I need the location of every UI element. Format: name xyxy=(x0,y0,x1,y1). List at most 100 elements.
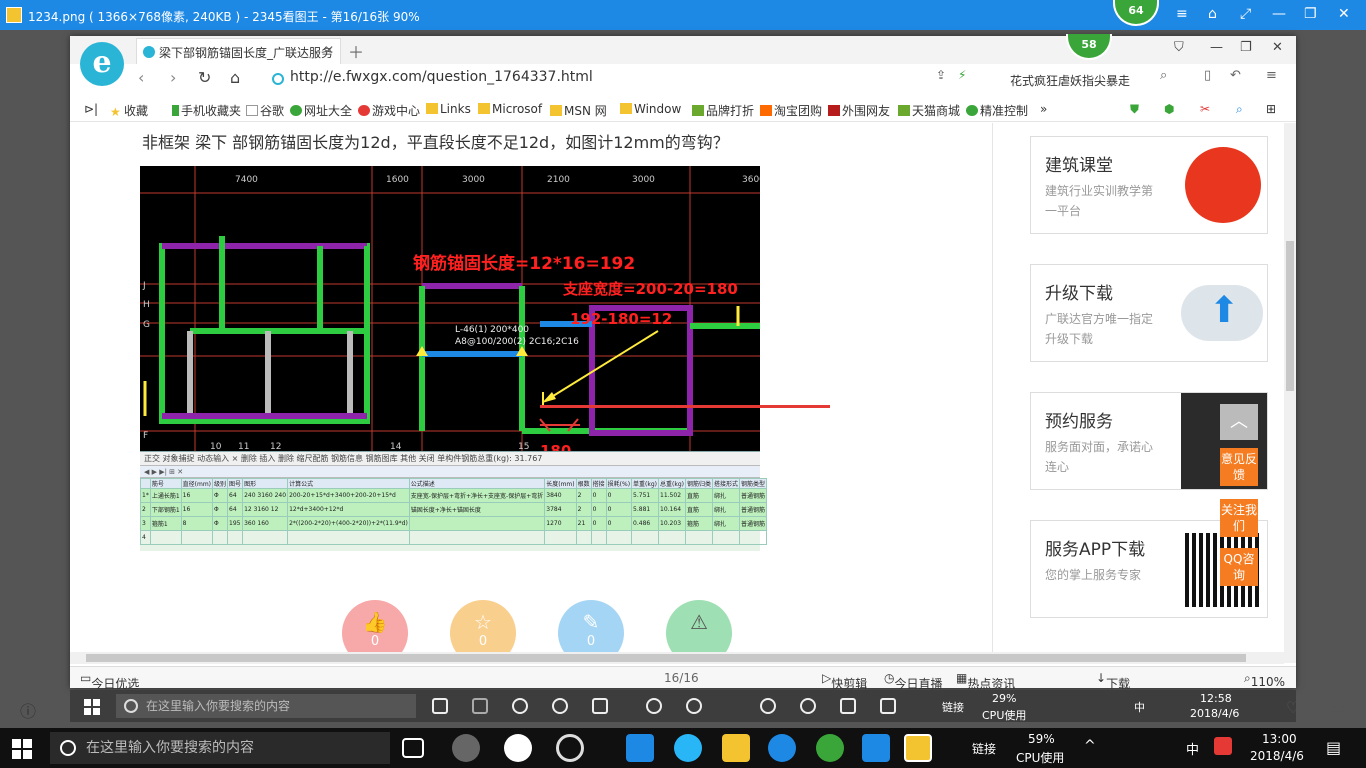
vertical-scrollbar[interactable] xyxy=(1284,123,1296,663)
bookmark-item[interactable]: 品牌打折 xyxy=(692,102,754,119)
lightning-icon[interactable]: ⚡ xyxy=(958,68,966,82)
today-picks-link[interactable]: ▭ 今日优选 xyxy=(80,671,139,691)
fullscreen-icon[interactable]: ⤢ xyxy=(1240,6,1251,22)
prev-image-icon[interactable] xyxy=(472,698,488,714)
heart-icon[interactable]: ♡ xyxy=(1286,698,1300,717)
ie-icon[interactable] xyxy=(674,734,702,762)
task-view-icon[interactable] xyxy=(402,738,424,758)
scrollbar-thumb[interactable] xyxy=(86,654,1246,662)
sidebar-toggle-icon[interactable]: ⊳| xyxy=(84,102,98,116)
shield-icon[interactable]: ⛊ xyxy=(1130,102,1139,117)
actual-size-icon[interactable] xyxy=(592,698,608,714)
fan-app-icon[interactable] xyxy=(452,734,480,762)
windows-start-icon[interactable] xyxy=(84,699,100,715)
bookmark-item[interactable]: 淘宝团购 xyxy=(760,102,822,119)
delete-icon[interactable] xyxy=(840,698,856,714)
more-bookmarks-icon[interactable]: » xyxy=(1040,102,1047,116)
horizontal-scrollbar[interactable] xyxy=(70,652,1284,664)
table-row[interactable]: 1* 上通长筋1 16 Φ 64 240 3160 240 200-20+15*d+3400… xyxy=(140,488,768,503)
apps-grid-icon[interactable]: ⊞ xyxy=(1266,102,1276,116)
tab-close-icon[interactable]: ✕ xyxy=(324,43,334,57)
browser-tab[interactable]: 梁下部钢筋锚固长度_广联达服务 ✕ xyxy=(136,38,341,64)
windows-start-icon[interactable] xyxy=(12,739,32,759)
side-card-course[interactable]: 建筑课堂 建筑行业实训教学第一平台 xyxy=(1030,136,1268,234)
bookmark-item[interactable]: 外围网友 xyxy=(828,102,890,119)
browser-minimize-icon[interactable]: — xyxy=(1210,40,1223,55)
zoom-level[interactable]: ⌕ 110% xyxy=(1244,671,1285,689)
url-field[interactable]: http://e.fwxgx.com/question_1764337.html xyxy=(270,69,910,91)
skin-icon[interactable]: ⌂ xyxy=(1208,6,1217,22)
table-row[interactable]: 3 箍筋1 8 Φ 195 360 160 2*((200-2*20)+(400-2*20)… xyxy=(140,516,768,531)
bookmark-item[interactable]: MSN 网 xyxy=(550,102,607,119)
edge-blue-icon[interactable] xyxy=(626,734,654,762)
follow-tab[interactable]: 关注我们 xyxy=(1220,499,1258,537)
maximize-icon[interactable]: ❐ xyxy=(1304,6,1317,22)
menu-icon[interactable]: ≡ xyxy=(1176,6,1188,22)
zoom-out-icon[interactable] xyxy=(552,698,568,714)
sogou-ime-icon[interactable] xyxy=(1214,737,1232,755)
task-view-icon[interactable] xyxy=(432,698,448,714)
table-row[interactable]: 4 xyxy=(140,530,768,545)
bookmark-item[interactable]: Window xyxy=(620,102,681,116)
chevron-up-icon[interactable]: ^ xyxy=(1084,738,1096,754)
back-to-top-icon[interactable]: ︿ xyxy=(1220,404,1258,440)
folder-icon[interactable]: ▭ xyxy=(1330,698,1345,717)
bookmark-item[interactable]: 网址大全 xyxy=(290,102,352,119)
bookmark-item[interactable]: 精准控制 xyxy=(966,102,1028,119)
bookmark-item[interactable]: 游戏中心 xyxy=(358,102,420,119)
zoom-in-icon[interactable] xyxy=(512,698,528,714)
status-item[interactable]: ◷ 今日直播 xyxy=(884,671,943,691)
ime-indicator[interactable]: 中 xyxy=(1186,739,1199,758)
next-icon[interactable] xyxy=(686,698,702,714)
previous-icon[interactable] xyxy=(646,698,662,714)
edge-icon[interactable] xyxy=(504,734,532,762)
refresh-icon[interactable]: ↻ xyxy=(198,68,211,87)
close-icon[interactable]: ✕ xyxy=(1338,6,1350,22)
status-item[interactable]: ▦ 热点资讯 xyxy=(956,671,1015,691)
edit-icon[interactable] xyxy=(880,698,896,714)
table-row[interactable]: 2 下部钢筋1 16 Φ 64 12 3160 12 12*d+3400+12*d 锚固长度+… xyxy=(140,502,768,517)
rotate-right-icon[interactable] xyxy=(800,698,816,714)
360-browser-icon[interactable] xyxy=(816,734,844,762)
bookmark-item[interactable]: ★ 收藏 xyxy=(110,102,148,119)
browser-close-icon[interactable]: ✕ xyxy=(1272,40,1283,55)
tools-icon[interactable]: ✂ xyxy=(1200,102,1210,116)
forward-icon[interactable]: › xyxy=(170,68,176,87)
taskbar-search[interactable]: 在这里输入你要搜索的内容 xyxy=(50,732,390,764)
file-explorer-icon[interactable] xyxy=(722,734,750,762)
bookmark-item[interactable]: Links xyxy=(426,102,471,116)
ime-indicator[interactable]: 中 xyxy=(1134,699,1145,715)
browser-badge[interactable]: 58 xyxy=(1066,34,1112,60)
extension-icon[interactable]: ⬢ xyxy=(1164,102,1174,116)
share-icon[interactable]: ⇪ xyxy=(936,68,946,82)
side-card-upgrade[interactable]: 升级下载 广联达官方唯一指定升级下载 ⬆ xyxy=(1030,264,1268,362)
viewer-taskbar-search[interactable]: 在这里输入你要搜索的内容 xyxy=(116,694,416,718)
bookmark-item[interactable]: 手机收藏夹 xyxy=(172,102,241,119)
info-icon[interactable]: ⓘ xyxy=(20,698,36,722)
notification-icon[interactable]: ▤ xyxy=(1326,738,1341,757)
phone-icon[interactable]: ▯ xyxy=(1204,68,1211,83)
scrollbar-thumb[interactable] xyxy=(1286,241,1294,391)
score-badge[interactable]: 64 xyxy=(1113,0,1159,26)
status-item[interactable]: ↓ 下载 xyxy=(1096,671,1130,691)
shirt-skin-icon[interactable]: ⛉ xyxy=(1174,40,1184,55)
magnifier-icon[interactable]: ⌕ xyxy=(1236,102,1243,117)
bookmark-item[interactable]: 天猫商城 xyxy=(898,102,960,119)
new-tab-button[interactable]: ＋ xyxy=(348,39,364,63)
home-icon[interactable]: ⌂ xyxy=(230,68,240,87)
rotate-left-icon[interactable] xyxy=(760,698,776,714)
search-suggestion[interactable]: 花式疯狂虐妖指尖暴走 xyxy=(1010,72,1130,89)
back-icon[interactable]: ‹ xyxy=(138,68,144,87)
undo-icon[interactable]: ↶ xyxy=(1230,68,1241,83)
bookmark-item[interactable]: Microsof xyxy=(478,102,542,116)
feedback-tab[interactable]: 意见反馈 xyxy=(1220,448,1258,486)
browser-swirl-icon[interactable] xyxy=(556,734,584,762)
qq-consult-tab[interactable]: QQ咨询 xyxy=(1220,548,1258,586)
minimize-icon[interactable]: — xyxy=(1272,6,1286,22)
chrome-like-icon[interactable] xyxy=(768,734,796,762)
browser-menu-icon[interactable]: ≡ xyxy=(1266,68,1277,83)
bookmark-item[interactable]: 谷歌 xyxy=(246,102,284,119)
search-icon[interactable]: ⌕ xyxy=(1160,68,1167,83)
status-item[interactable]: ▷ 快剪辑 xyxy=(822,671,867,691)
image-viewer-taskbar-icon[interactable] xyxy=(904,734,932,762)
